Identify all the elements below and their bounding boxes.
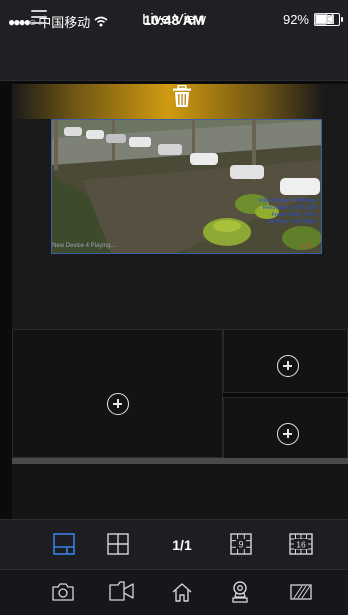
home-icon[interactable] [171, 582, 193, 602]
ptz-arrows-icon[interactable]: ◁ ⇕ [300, 242, 313, 250]
layout-4-icon[interactable] [107, 533, 129, 555]
bit-rate-text: Bit Rate: 794.7Kbps [268, 219, 317, 225]
layout-9-icon[interactable]: 9 [230, 533, 252, 555]
nav-bar [0, 40, 348, 81]
parking-lot-camera-image [52, 120, 321, 253]
add-channel-icon[interactable] [277, 423, 299, 445]
resolution-text: Resolution:1920*1080 [262, 205, 317, 211]
delete-drop-zone[interactable] [12, 84, 324, 119]
add-channel-icon[interactable] [107, 393, 129, 415]
add-channel-icon[interactable] [277, 355, 299, 377]
record-video-icon[interactable] [108, 580, 136, 602]
page-counter: 1/1 [172, 537, 192, 553]
page-title: Live View [142, 11, 206, 28]
ptz-control-icon[interactable] [230, 580, 250, 604]
frame-rate-text: Frame Rate: 27fps [271, 212, 317, 218]
video-record-icon[interactable] [314, 12, 334, 26]
trash-icon[interactable] [172, 85, 192, 108]
layout-16-icon[interactable]: 16 [289, 533, 313, 555]
channel-strip [12, 464, 348, 519]
live-video-feed[interactable]: Video Bitrate: 1398Kbps Resolution:1920*… [51, 119, 322, 254]
stream-info-overlay: Video Bitrate: 1398Kbps Resolution:1920*… [258, 198, 317, 226]
snapshot-camera-icon[interactable] [51, 582, 75, 602]
channel-status-caption: New Device 4 Playing... [52, 243, 116, 249]
image-settings-icon[interactable] [289, 583, 313, 601]
video-bitrate-text: Video Bitrate: 1398Kbps [257, 198, 317, 204]
layout-9-label: 9 [238, 540, 243, 550]
layout-16-label: 16 [296, 540, 306, 550]
layout-1-plus-2-icon[interactable] [53, 533, 75, 555]
